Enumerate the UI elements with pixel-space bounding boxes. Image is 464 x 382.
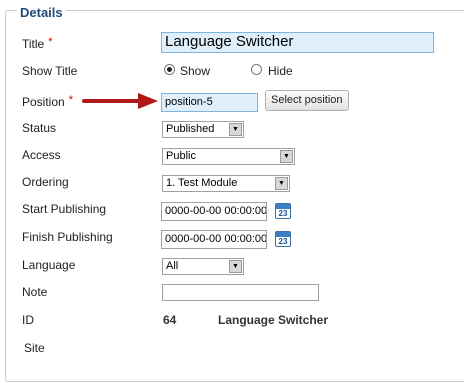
chevron-down-icon: ▼ xyxy=(280,150,293,163)
language-label: Language xyxy=(22,258,76,272)
status-label: Status xyxy=(22,121,57,135)
show-radio-label: Show xyxy=(180,64,211,78)
status-value: Published xyxy=(166,123,215,135)
radio-selected-dot xyxy=(167,67,172,72)
finish-publishing-label: Finish Publishing xyxy=(22,230,113,244)
required-marker: * xyxy=(68,94,73,106)
calendar-icon[interactable]: 23 xyxy=(275,231,291,247)
select-position-button[interactable]: Select position xyxy=(265,90,349,111)
language-value: All xyxy=(166,260,179,272)
chevron-down-icon: ▼ xyxy=(229,260,242,273)
hide-radio-label: Hide xyxy=(268,64,293,78)
start-publishing-label: Start Publishing xyxy=(22,202,107,216)
details-legend: Details xyxy=(17,5,66,20)
hide-radio[interactable] xyxy=(251,64,262,75)
note-input[interactable] xyxy=(162,284,319,301)
show-title-label: Show Title xyxy=(22,64,78,78)
position-input[interactable]: position-5 xyxy=(161,93,258,112)
access-label: Access xyxy=(22,148,61,162)
access-value: Public xyxy=(166,150,196,162)
site-label: Site xyxy=(24,341,45,355)
ordering-value: 1. Test Module xyxy=(166,177,238,189)
arrow-pointer-icon xyxy=(82,93,158,109)
note-label: Note xyxy=(22,285,48,299)
ordering-select[interactable]: 1. Test Module ▼ xyxy=(162,175,290,192)
finish-publishing-input[interactable]: 0000-00-00 00:00:00 xyxy=(161,230,267,249)
id-label: ID xyxy=(22,313,34,327)
status-select[interactable]: Published ▼ xyxy=(162,121,244,138)
id-value: 64 xyxy=(163,313,177,327)
show-radio[interactable] xyxy=(164,64,175,75)
module-name-value: Language Switcher xyxy=(218,313,329,327)
required-marker: * xyxy=(48,36,53,48)
access-select[interactable]: Public ▼ xyxy=(162,148,295,165)
chevron-down-icon: ▼ xyxy=(229,123,242,136)
position-label: Position * xyxy=(22,94,73,109)
title-input[interactable]: Language Switcher xyxy=(161,32,434,53)
start-publishing-input[interactable]: 0000-00-00 00:00:00 xyxy=(161,202,267,221)
ordering-label: Ordering xyxy=(22,175,69,189)
chevron-down-icon: ▼ xyxy=(275,177,288,190)
language-select[interactable]: All ▼ xyxy=(162,258,244,275)
title-label: Title * xyxy=(22,36,53,51)
calendar-icon[interactable]: 23 xyxy=(275,203,291,219)
